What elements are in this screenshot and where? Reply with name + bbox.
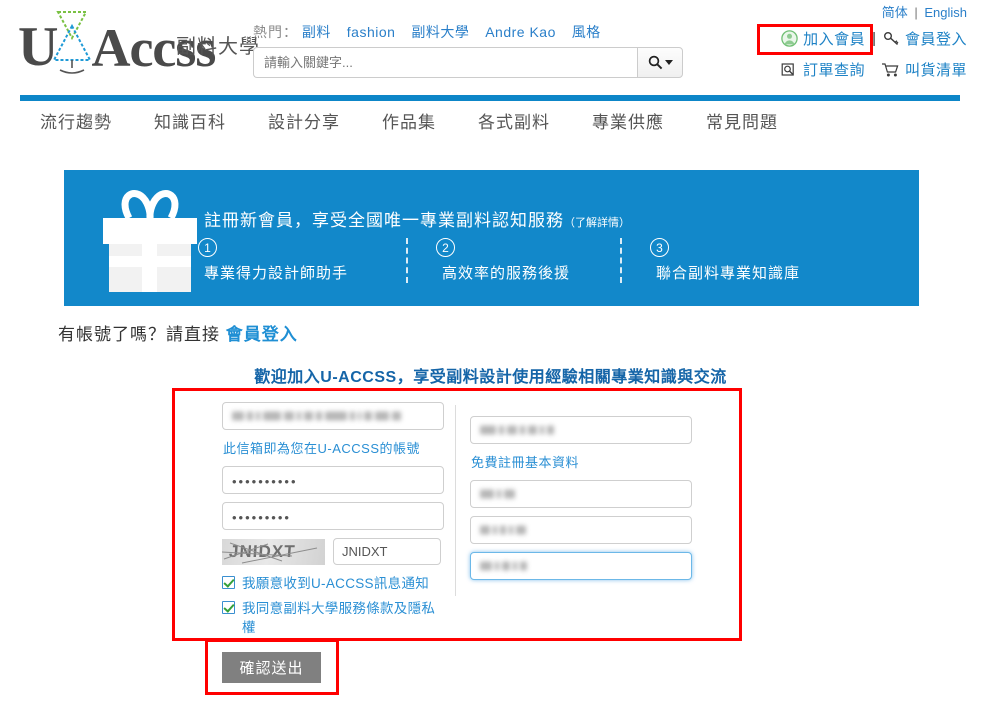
chevron-down-icon: [664, 60, 673, 65]
logo-chinese-name: 副料大學: [176, 36, 260, 58]
join-member-label: 加入會員: [803, 31, 866, 48]
hot-keyword-link[interactable]: fashion: [347, 24, 396, 40]
existing-account-login-link[interactable]: 會員登入: [226, 325, 298, 344]
banner-feature: 1 專業得力設計師助手: [192, 238, 406, 283]
main-navigation: 流行趨勢 知識百科 設計分享 作品集 各式副料 專業供應 常見問題: [40, 108, 778, 133]
banner-headline: 註冊新會員，享受全國唯一專業副料認知服務（了解詳情）: [204, 206, 630, 231]
hot-keywords-label: 熱門：: [253, 24, 298, 40]
banner-feature-text: 聯合副料專業知識庫: [656, 265, 801, 282]
existing-account-prompt: 有帳號了嗎？請直接 會員登入: [58, 320, 298, 345]
captcha-input[interactable]: [333, 538, 441, 565]
cart-link[interactable]: 叫貨清單: [881, 59, 967, 80]
hot-keyword-link[interactable]: 副料: [302, 24, 331, 40]
basic-info-hint: 免費註冊基本資料: [471, 455, 580, 470]
order-query-link[interactable]: 訂單查詢: [781, 59, 865, 80]
captcha-image[interactable]: JNIDXT: [222, 538, 325, 565]
search-box: [253, 47, 683, 78]
banner-feature: 2 高效率的服務後援: [406, 238, 620, 283]
profile-field-3[interactable]: [470, 516, 692, 544]
profile-field-4-redacted-value: [480, 561, 527, 571]
banner-feature-number: 2: [436, 238, 455, 257]
terms-checkbox[interactable]: [222, 600, 235, 614]
profile-field-4[interactable]: [470, 552, 692, 580]
hot-keywords: 熱門： 副料 fashion 副料大學 Andre Kao 風格: [253, 22, 613, 42]
account-links-primary: 加入會員 | 會員登入: [781, 28, 967, 49]
shopping-cart-icon: [881, 62, 899, 76]
banner-headline-link[interactable]: （了解詳情）: [564, 217, 630, 229]
captcha-row: JNIDXT: [222, 538, 441, 565]
submit-button[interactable]: 確認送出: [222, 652, 321, 683]
join-member-link[interactable]: 加入會員: [781, 28, 865, 49]
language-switcher: 简体 | English: [882, 2, 967, 21]
email-field-redacted-value: [232, 411, 401, 421]
password-field-value: ••••••••••: [232, 474, 298, 489]
promo-banner: 註冊新會員，享受全國唯一專業副料認知服務（了解詳情） 1 專業得力設計師助手 2…: [64, 170, 919, 306]
site-logo[interactable]: U Accss 副料大學: [18, 8, 259, 75]
banner-feature-number: 3: [650, 238, 669, 257]
newsletter-checkbox-row[interactable]: 我願意收到U-ACCSS訊息通知: [222, 574, 441, 594]
key-icon: [883, 32, 899, 46]
name-field[interactable]: [470, 416, 692, 444]
order-search-icon: [781, 62, 794, 76]
lang-simplified-link[interactable]: 简体: [882, 5, 908, 20]
nav-item-portfolio[interactable]: 作品集: [382, 108, 436, 133]
nav-item-supply[interactable]: 專業供應: [592, 108, 664, 133]
password-confirm-field-value: •••••••••: [232, 510, 291, 525]
logo-glyph-icon: [46, 8, 98, 74]
form-welcome-heading: 歡迎加入U-ACCSS，享受副料設計使用經驗相關專業知識與交流: [254, 369, 727, 386]
profile-field-3-redacted-value: [480, 525, 526, 535]
hot-keyword-link[interactable]: 副料大學: [411, 24, 469, 40]
form-column-right: 免費註冊基本資料: [455, 405, 739, 596]
email-field[interactable]: [222, 402, 444, 430]
name-field-redacted-value: [480, 425, 554, 435]
banner-feature-text: 專業得力設計師助手: [204, 265, 349, 282]
form-column-left: 此信箱即為您在U-ACCSS的帳號 •••••••••• ••••••••• J…: [175, 391, 455, 638]
user-circle-icon: [781, 30, 798, 47]
nav-item-materials[interactable]: 各式副料: [478, 108, 550, 133]
hot-keyword-link[interactable]: Andre Kao: [485, 24, 556, 40]
nav-item-faq[interactable]: 常見問題: [706, 108, 778, 133]
nav-item-knowledge[interactable]: 知識百科: [154, 108, 226, 133]
password-confirm-field[interactable]: •••••••••: [222, 502, 444, 530]
banner-features: 1 專業得力設計師助手 2 高效率的服務後援 3 聯合副料專業知識庫: [192, 238, 892, 283]
search-input[interactable]: [253, 47, 637, 78]
banner-headline-text: 註冊新會員，享受全國唯一專業副料認知服務: [204, 211, 564, 230]
profile-field-2[interactable]: [470, 480, 692, 508]
terms-checkbox-label: 我同意副料大學服務條款及隱私權: [242, 600, 436, 636]
newsletter-checkbox[interactable]: [222, 576, 235, 589]
search-button[interactable]: [637, 47, 683, 78]
search-icon: [648, 55, 662, 70]
hot-keyword-link[interactable]: 風格: [572, 24, 601, 40]
existing-account-text: 有帳號了嗎？請直接: [58, 325, 220, 344]
nav-item-trends[interactable]: 流行趨勢: [40, 108, 112, 133]
account-links-secondary: 訂單查詢 叫貨清單: [781, 59, 967, 80]
banner-feature-number: 1: [198, 238, 217, 257]
member-login-link[interactable]: 會員登入: [883, 28, 967, 49]
lang-english-link[interactable]: English: [924, 5, 967, 20]
registration-form: 此信箱即為您在U-ACCSS的帳號 •••••••••• ••••••••• J…: [175, 391, 739, 638]
newsletter-checkbox-label: 我願意收到U-ACCSS訊息通知: [242, 576, 430, 591]
account-divider: |: [872, 30, 876, 47]
order-query-label: 訂單查詢: [802, 62, 865, 79]
header-blue-rule: [20, 95, 960, 101]
cart-label: 叫貨清單: [904, 62, 967, 79]
banner-feature-text: 高效率的服務後援: [442, 265, 571, 282]
banner-feature: 3 聯合副料專業知識庫: [620, 238, 834, 283]
lang-separator: |: [914, 5, 918, 20]
password-field[interactable]: ••••••••••: [222, 466, 444, 494]
terms-checkbox-row[interactable]: 我同意副料大學服務條款及隱私權: [222, 599, 441, 638]
member-login-label: 會員登入: [904, 31, 967, 48]
site-header: U Accss 副料大學 熱門： 副料 fashion 副料大學 Andre K…: [0, 0, 981, 88]
profile-field-2-redacted-value: [480, 489, 515, 499]
nav-item-design-share[interactable]: 設計分享: [268, 108, 340, 133]
email-hint: 此信箱即為您在U-ACCSS的帳號: [223, 441, 421, 456]
